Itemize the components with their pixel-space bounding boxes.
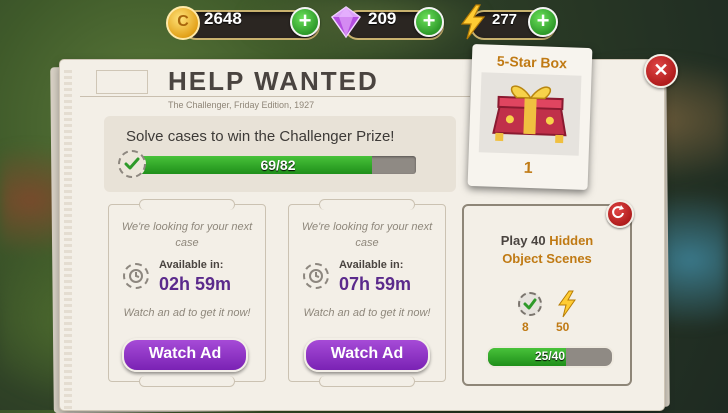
task-highlight-1: Hidden bbox=[549, 233, 594, 248]
watch-hint: Watch an ad to get it now! bbox=[123, 307, 251, 319]
edition-text: The Challenger, Friday Edition, 1927 bbox=[168, 100, 315, 110]
card-frame bbox=[139, 199, 235, 210]
case-looking-text: We're looking for your next case bbox=[121, 221, 253, 249]
add-energy-button[interactable]: + bbox=[528, 7, 558, 37]
gem-icon bbox=[330, 6, 362, 39]
chest-icon bbox=[478, 72, 582, 156]
paper-edge bbox=[64, 70, 72, 410]
card-frame bbox=[319, 376, 415, 387]
bolt-icon bbox=[460, 4, 486, 40]
task-progress-text: 25/40 bbox=[534, 349, 566, 363]
clock-icon bbox=[303, 263, 329, 289]
bolt-icon bbox=[558, 290, 576, 318]
reward-box-count: 1 bbox=[523, 159, 533, 178]
coin-icon: C bbox=[166, 6, 200, 40]
close-icon: ✕ bbox=[653, 60, 669, 80]
gems-value: 209 bbox=[368, 9, 397, 28]
check-icon bbox=[118, 150, 146, 178]
watch-hint: Watch an ad to get it now! bbox=[303, 307, 431, 319]
task-highlight-2: Object Scenes bbox=[502, 251, 592, 266]
watch-ad-button-1[interactable]: Watch Ad bbox=[122, 338, 248, 372]
reward-box-title: 5-Star Box bbox=[496, 52, 568, 72]
challenger-progress-bar: 69/82 bbox=[140, 156, 416, 174]
available-label: Available in: bbox=[159, 259, 224, 271]
case-timer: 07h 59m bbox=[339, 274, 412, 294]
card-frame bbox=[319, 199, 415, 210]
reward-2-value: 50 bbox=[556, 320, 570, 334]
reward-1-value: 8 bbox=[522, 320, 529, 334]
coins-value: 2648 bbox=[204, 9, 242, 28]
add-gems-button[interactable]: + bbox=[414, 7, 444, 37]
challenger-progress-box: Solve cases to win the Challenger Prize!… bbox=[104, 116, 456, 192]
refresh-icon bbox=[612, 205, 624, 219]
check-icon bbox=[518, 292, 542, 316]
reward-box-card[interactable]: 5-Star Box 1 bbox=[467, 43, 593, 191]
available-label: Available in: bbox=[339, 259, 404, 271]
page-title: HELP WANTED bbox=[168, 66, 379, 96]
task-card[interactable]: Play 40 Hidden Object Scenes 8 50 25/40 bbox=[462, 204, 632, 386]
progress-text: 69/82 bbox=[260, 157, 296, 173]
card-frame bbox=[139, 376, 235, 387]
add-coins-button[interactable]: + bbox=[290, 7, 320, 37]
currency-bar: C 2648 + 209 + 277 + bbox=[0, 4, 728, 40]
clock-icon bbox=[123, 263, 149, 289]
refresh-button[interactable] bbox=[606, 200, 634, 228]
task-description: Play 40 Hidden Object Scenes bbox=[464, 232, 630, 268]
watch-ad-button-2[interactable]: Watch Ad bbox=[304, 338, 430, 372]
task-prefix: Play 40 bbox=[500, 233, 546, 248]
progress-heading: Solve cases to win the Challenger Prize! bbox=[126, 128, 395, 145]
case-looking-text: We're looking for your next case bbox=[301, 221, 433, 249]
task-progress-bar: 25/40 bbox=[486, 346, 614, 368]
case-timer: 02h 59m bbox=[159, 274, 232, 294]
energy-value: 277 bbox=[492, 11, 518, 28]
close-button[interactable]: ✕ bbox=[644, 54, 678, 88]
newspaper-stamp bbox=[96, 70, 148, 94]
